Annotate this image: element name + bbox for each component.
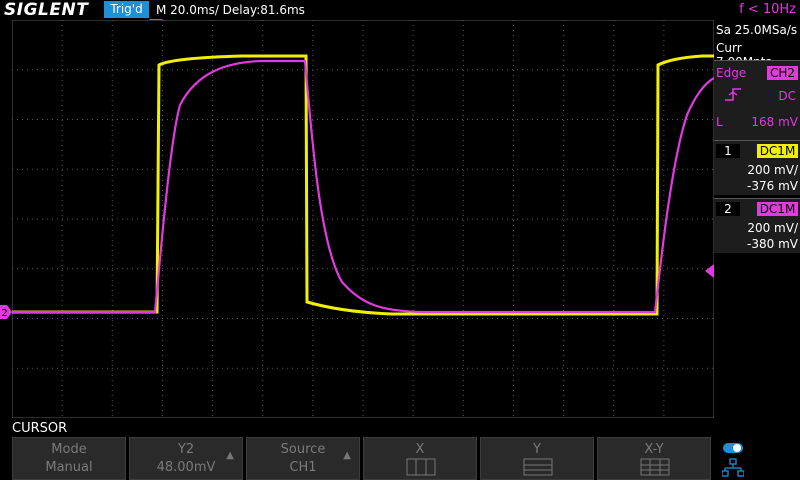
softkey-y[interactable]: Y	[480, 437, 594, 480]
ch1-offset: -376 mV	[747, 179, 798, 193]
x-cursor-icon	[406, 458, 436, 476]
y-cursor-icon	[523, 458, 553, 476]
timebase-readout: M 20.0ms/ Delay:81.6ms	[156, 3, 305, 17]
softkey-y2[interactable]: Y2 48.00mV ▲	[129, 437, 243, 480]
trigger-level-label: L	[716, 115, 723, 129]
ch1-scale: 200 mV/	[747, 163, 798, 177]
softkey-x[interactable]: X	[363, 437, 477, 480]
network-icon[interactable]	[722, 458, 744, 478]
waveform-display[interactable]	[12, 20, 714, 418]
ch2-scale: 200 mV/	[747, 221, 798, 235]
trigger-coupling: DC	[778, 89, 796, 103]
ch1-number: 1	[716, 144, 740, 158]
softkey-mode-label: Mode	[51, 442, 87, 457]
adjust-arrow-icon: ▲	[343, 450, 351, 461]
softkey-source[interactable]: Source CH1 ▲	[246, 437, 360, 480]
ch2-offset-marker[interactable]: 2	[0, 305, 12, 319]
xy-cursor-icon	[640, 458, 670, 476]
ch2-number: 2	[716, 202, 740, 216]
rising-edge-icon	[725, 88, 741, 101]
softkey-mode[interactable]: Mode Manual	[12, 437, 126, 480]
softkey-y-label: Y	[533, 442, 541, 457]
adjust-arrow-icon: ▲	[226, 450, 234, 461]
brand-logo: SIGLENT	[4, 0, 89, 20]
ch2-offset: -380 mV	[747, 237, 798, 251]
ch2-coupling-badge: DC1M	[757, 202, 798, 216]
status-bar: SIGLENT Trig'd M 20.0ms/ Delay:81.6ms f …	[0, 0, 800, 20]
menu-title: CURSOR	[12, 421, 68, 436]
softkey-source-value: CH1	[289, 460, 317, 475]
trigger-level: 168 mV	[751, 115, 798, 129]
trigger-status-badge: Trig'd	[104, 1, 149, 18]
trigger-source-badge: CH2	[767, 66, 798, 80]
sample-rate: Sa 25.0MSa/s	[716, 23, 798, 37]
toggle-icon[interactable]	[722, 442, 744, 454]
softkey-xy[interactable]: X-Y	[597, 437, 711, 480]
ch2-info-box[interactable]: 2 DC1M 200 mV/ -380 mV	[714, 198, 800, 253]
softkey-mode-value: Manual	[45, 460, 93, 475]
ch2-offset-marker-label: 2	[1, 308, 7, 319]
info-panel: Sa 25.0MSa/s Curr 7.00Mpts Edge CH2 DC L…	[714, 20, 800, 420]
softkey-x-label: X	[415, 442, 425, 457]
trigger-type: Edge	[716, 66, 747, 80]
frequency-readout: f < 10Hz	[739, 2, 796, 17]
softkey-xy-label: X-Y	[644, 442, 664, 457]
ch1-coupling-badge: DC1M	[757, 144, 798, 158]
softkey-y2-value: 48.00mV	[156, 460, 216, 475]
ch1-info-box[interactable]: 1 DC1M 200 mV/ -376 mV	[714, 140, 800, 195]
softkey-source-label: Source	[280, 442, 326, 457]
softkey-y2-label: Y2	[177, 442, 195, 457]
